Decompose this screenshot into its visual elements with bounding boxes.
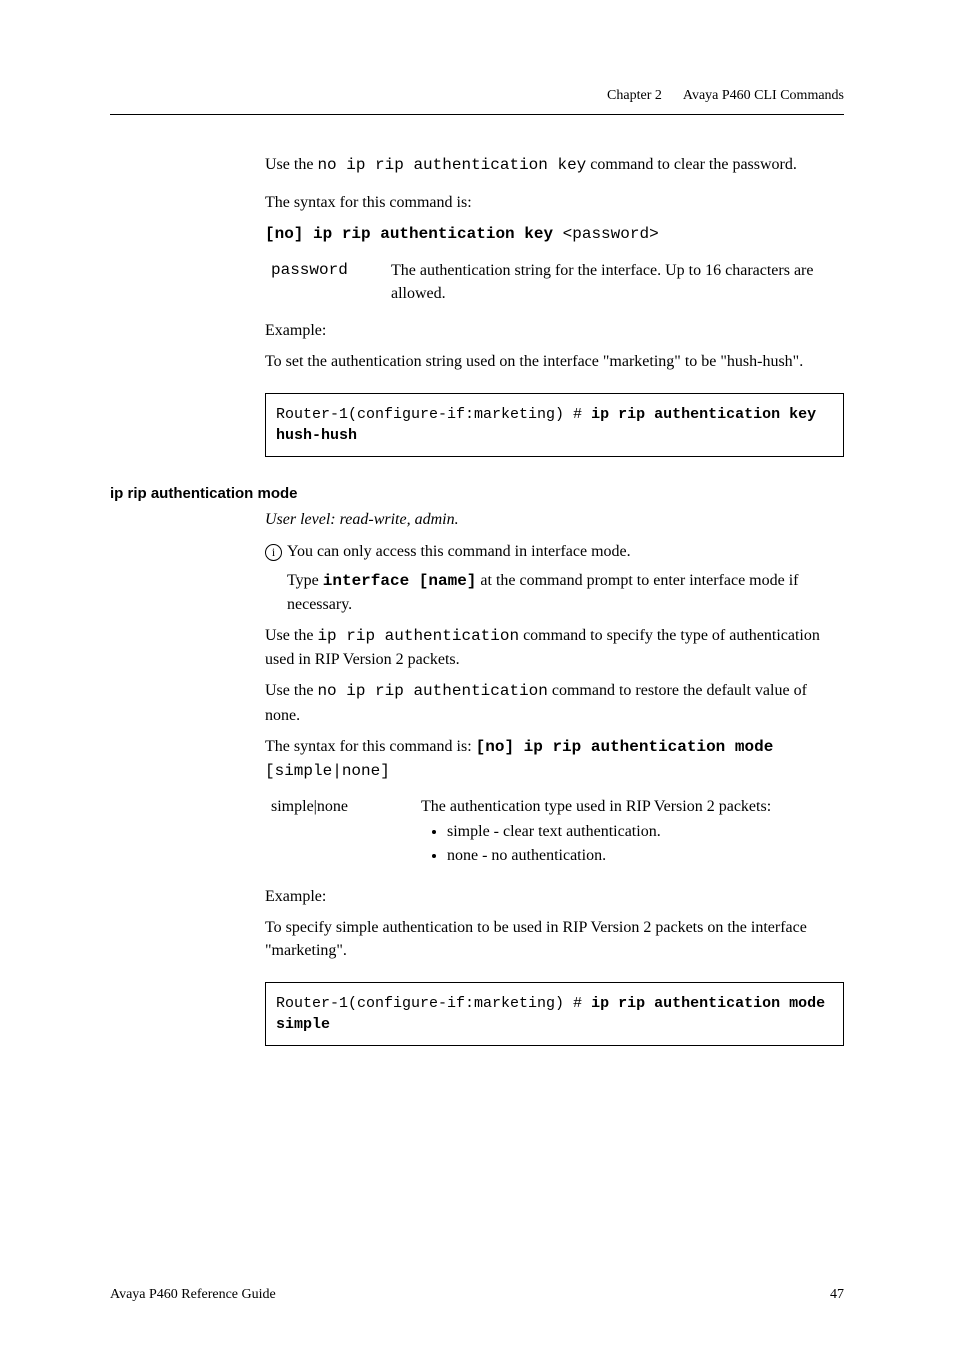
- example-description: To set the authentication string used on…: [265, 350, 844, 373]
- example-description: To specify simple authentication to be u…: [265, 916, 844, 962]
- chapter-number: Chapter 2: [607, 88, 662, 103]
- inline-code: no ip rip authentication key: [317, 156, 586, 174]
- info-icon: i: [265, 540, 287, 563]
- paragraph: The syntax for this command is:: [265, 191, 844, 214]
- inline-code: ip rip authentication: [317, 627, 519, 645]
- text: The syntax for this command is:: [265, 738, 476, 755]
- paragraph: Use the ip rip authentication command to…: [265, 624, 844, 671]
- text: command to clear the password.: [586, 156, 797, 173]
- syntax-arg: [simple|none]: [265, 762, 390, 780]
- section-heading: ip rip authentication mode: [110, 485, 844, 502]
- text: Use the: [265, 156, 317, 173]
- syntax-paragraph: The syntax for this command is: [no] ip …: [265, 735, 844, 783]
- text: Type: [287, 572, 323, 589]
- page-number: 47: [830, 1287, 844, 1303]
- list-item: simple - clear text authentication.: [447, 820, 844, 843]
- inline-code: no ip rip authentication: [317, 682, 547, 700]
- example-label: Example:: [265, 319, 844, 342]
- parameter-name: password: [271, 259, 391, 305]
- info-note: i You can only access this command in in…: [265, 540, 844, 563]
- paragraph: Use the no ip rip authentication key com…: [265, 153, 844, 177]
- page-footer: Avaya P460 Reference Guide 47: [110, 1287, 844, 1303]
- parameter-description: The authentication type used in RIP Vers…: [421, 795, 844, 867]
- syntax-bold: [no] ip rip authentication mode: [476, 738, 774, 756]
- main-content: Use the no ip rip authentication key com…: [265, 153, 844, 1046]
- note-continuation: Type interface [name] at the command pro…: [287, 569, 844, 616]
- code-prefix: Router-1(configure-if:marketing) #: [276, 406, 591, 423]
- syntax-bold: [no] ip rip authentication key: [265, 225, 553, 243]
- text: The authentication type used in RIP Vers…: [421, 798, 771, 815]
- parameter-row: password The authentication string for t…: [271, 259, 844, 305]
- paragraph: Use the no ip rip authentication command…: [265, 679, 844, 726]
- note-text: You can only access this command in inte…: [287, 540, 631, 563]
- syntax-arg: <password>: [553, 225, 659, 243]
- parameter-row: simple|none The authentication type used…: [271, 795, 844, 867]
- list-item: none - no authentication.: [447, 844, 844, 867]
- running-header: Chapter 2 Avaya P460 CLI Commands: [110, 88, 844, 104]
- syntax-line: [no] ip rip authentication key <password…: [265, 222, 844, 246]
- code-block: Router-1(configure-if:marketing) # ip ri…: [265, 982, 844, 1046]
- example-label: Example:: [265, 885, 844, 908]
- footer-left: Avaya P460 Reference Guide: [110, 1287, 276, 1303]
- chapter-title: Avaya P460 CLI Commands: [683, 88, 844, 103]
- code-prefix: Router-1(configure-if:marketing) #: [276, 995, 591, 1012]
- parameter-description: The authentication string for the interf…: [391, 259, 844, 305]
- header-rule: [110, 114, 844, 115]
- text: Use the: [265, 682, 317, 699]
- parameter-name: simple|none: [271, 795, 421, 818]
- code-block: Router-1(configure-if:marketing) # ip ri…: [265, 393, 844, 457]
- inline-code-bold: interface [name]: [323, 572, 477, 590]
- user-level: User level: read-write, admin.: [265, 508, 844, 531]
- text: Use the: [265, 627, 317, 644]
